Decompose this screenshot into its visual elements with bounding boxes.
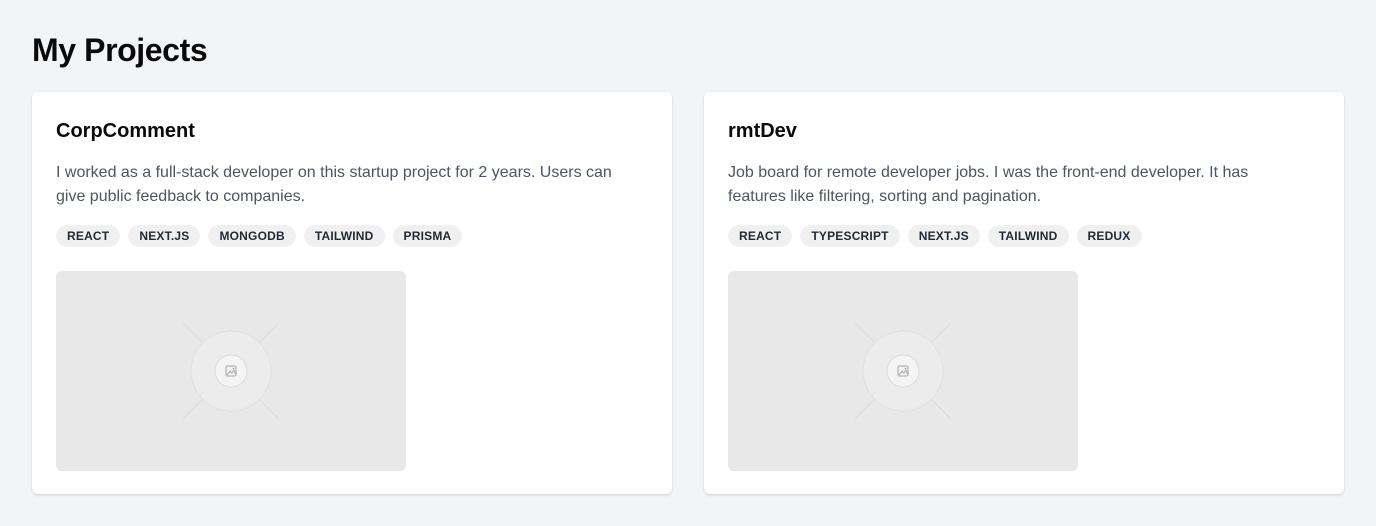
tag-react: REACT bbox=[56, 225, 121, 247]
tag-react: REACT bbox=[728, 225, 793, 247]
tag-prisma: PRISMA bbox=[392, 225, 463, 247]
tag-redux: REDUX bbox=[1076, 225, 1142, 247]
tag-mongodb: MONGODB bbox=[208, 225, 296, 247]
project-tags: REACT TYPESCRIPT NEXT.JS TAILWIND REDUX bbox=[728, 225, 1320, 247]
image-placeholder-icon bbox=[182, 322, 280, 420]
tag-nextjs: NEXT.JS bbox=[907, 225, 980, 247]
tag-tailwind: TAILWIND bbox=[987, 225, 1069, 247]
project-image[interactable] bbox=[728, 271, 1078, 471]
project-description: I worked as a full-stack developer on th… bbox=[56, 164, 612, 205]
tag-typescript: TYPESCRIPT bbox=[800, 225, 900, 247]
project-list: CorpComment I worked as a full-stack dev… bbox=[32, 92, 1344, 494]
page-title: My Projects bbox=[32, 32, 208, 68]
project-description: Job board for remote developer jobs. I w… bbox=[728, 164, 1249, 205]
tag-nextjs: NEXT.JS bbox=[128, 225, 201, 247]
tag-tailwind: TAILWIND bbox=[303, 225, 385, 247]
project-tags: REACT NEXT.JS MONGODB TAILWIND PRISMA bbox=[56, 225, 648, 247]
project-title: rmtDev bbox=[728, 120, 797, 142]
image-placeholder-icon bbox=[854, 322, 952, 420]
project-card[interactable]: rmtDev Job board for remote developer jo… bbox=[704, 92, 1344, 494]
project-card[interactable]: CorpComment I worked as a full-stack dev… bbox=[32, 92, 672, 494]
project-image[interactable] bbox=[56, 271, 406, 471]
project-title: CorpComment bbox=[56, 120, 195, 142]
